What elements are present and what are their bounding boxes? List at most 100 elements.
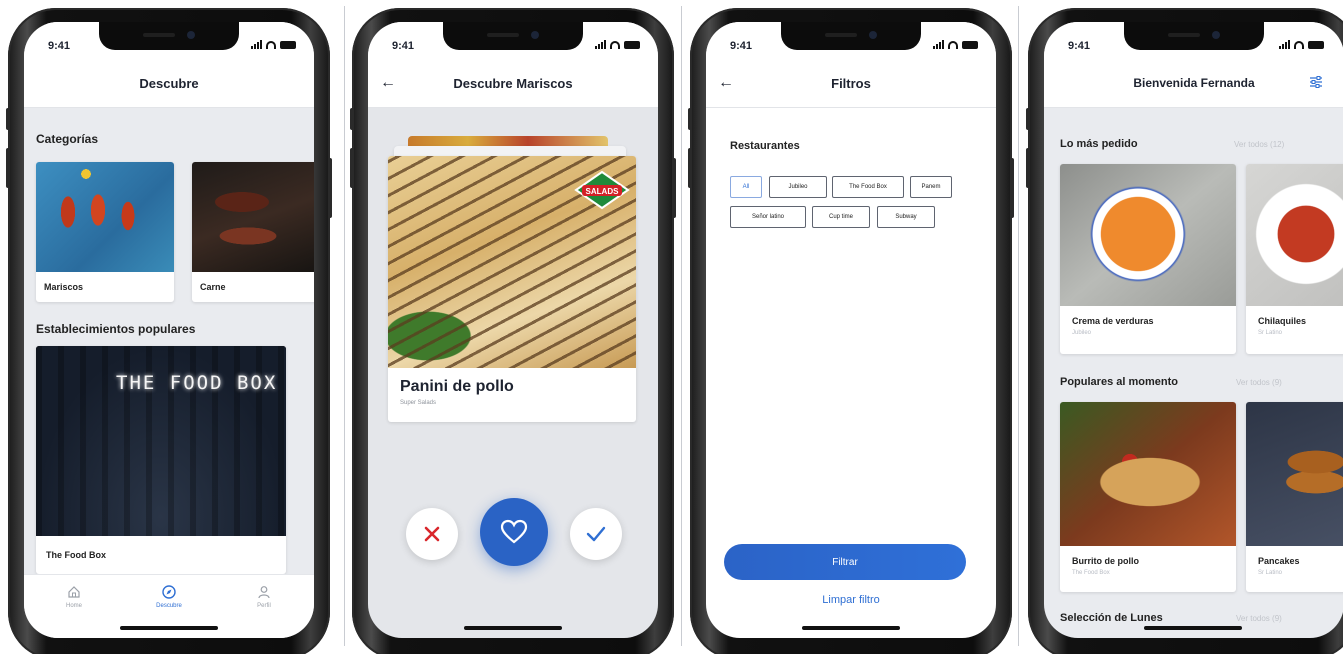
wifi-icon <box>610 41 620 49</box>
nav-bar: ← Descubre Mariscos <box>368 62 658 108</box>
chip-jubileo[interactable]: Jubileo <box>769 176 827 198</box>
category-label: Carne <box>200 282 226 292</box>
notch <box>781 22 921 50</box>
burrito-image <box>1060 402 1236 546</box>
section-title-most-ordered: Lo más pedido <box>1060 138 1138 150</box>
phone-filters: 9:41 ← Filtros Restaurantes All Jubileo … <box>688 8 1014 654</box>
nav-bar: Bienvenida Fernanda <box>1044 62 1343 108</box>
nav-bar: Descubre <box>24 62 314 108</box>
dish-card-chilaquiles[interactable]: Chilaquiles Sr Latino <box>1246 164 1343 354</box>
tab-label: Descubre <box>156 603 182 609</box>
category-card-carne[interactable]: Carne <box>192 162 314 302</box>
screen-discover: 9:41 Descubre Categorías Mariscos Carne … <box>24 22 314 638</box>
chip-the-food-box[interactable]: The Food Box <box>832 176 904 198</box>
meat-image <box>192 162 314 272</box>
signal-icon <box>1279 40 1290 49</box>
signal-icon <box>933 40 944 49</box>
divider <box>681 6 682 646</box>
chip-subway[interactable]: Subway <box>877 206 935 228</box>
chilaquiles-image <box>1246 164 1343 306</box>
heart-icon <box>500 519 528 544</box>
dish-place: Sr Latino <box>1258 570 1283 576</box>
compass-icon <box>162 585 176 599</box>
dish-card[interactable]: SALADS Panini de pollo Super Salads <box>388 156 636 422</box>
see-all-link[interactable]: Ver todos (9) <box>1236 614 1282 623</box>
user-icon <box>258 586 270 599</box>
panini-image: SALADS <box>388 156 636 368</box>
screen-home: 9:41 Bienvenida Fernanda Lo más pedido V… <box>1044 22 1343 638</box>
restaurant-image: THE FOOD BOX <box>36 346 286 536</box>
dish-name: Crema de verduras <box>1072 316 1154 326</box>
tab-descubre[interactable]: Descubre <box>139 585 199 609</box>
divider <box>344 6 345 646</box>
divider <box>1018 6 1019 646</box>
battery-icon <box>624 41 640 49</box>
settings-sliders-icon[interactable] <box>1308 74 1324 90</box>
see-all-link[interactable]: Ver todos (9) <box>1236 378 1282 387</box>
dish-name: Chilaquiles <box>1258 316 1307 326</box>
accept-button[interactable] <box>570 508 622 560</box>
phone-discover: 9:41 Descubre Categorías Mariscos Carne … <box>6 8 332 654</box>
signal-icon <box>595 40 606 49</box>
page-title: Filtros <box>831 76 871 91</box>
page-title: Bienvenida Fernanda <box>1133 76 1255 90</box>
tab-perfil[interactable]: Perfil <box>234 585 294 609</box>
dish-place: Jubileo <box>1072 330 1092 336</box>
categories-title: Categorías <box>36 132 99 146</box>
chip-senor-latino[interactable]: Señor latino <box>730 206 806 228</box>
home-indicator <box>120 626 218 630</box>
pancakes-image <box>1246 402 1343 546</box>
dish-restaurant: Super Salads <box>400 400 437 406</box>
phone-swipe: 9:41 ← Descubre Mariscos SALADS Panini d… <box>350 8 676 654</box>
wifi-icon <box>948 41 958 49</box>
clear-filter-link[interactable]: Limpar filtro <box>706 594 996 606</box>
notch <box>1124 22 1264 50</box>
signal-icon <box>251 40 262 49</box>
screen-swipe: 9:41 ← Descubre Mariscos SALADS Panini d… <box>368 22 658 638</box>
salads-logo: SALADS <box>574 170 630 210</box>
battery-icon <box>280 41 296 49</box>
status-time: 9:41 <box>392 40 415 52</box>
restaurant-card-food-box[interactable]: THE FOOD BOX The Food Box <box>36 346 286 574</box>
nav-bar: ← Filtros <box>706 62 996 108</box>
category-label: Mariscos <box>44 282 84 292</box>
battery-icon <box>1308 41 1324 49</box>
restaurant-name: The Food Box <box>46 550 106 560</box>
dish-place: The Food Box <box>1072 570 1110 576</box>
home-indicator <box>802 626 900 630</box>
logo-text: SALADS <box>586 187 620 196</box>
page-title: Descubre Mariscos <box>453 76 573 91</box>
wifi-icon <box>266 41 276 49</box>
home-indicator <box>464 626 562 630</box>
dish-name: Pancakes <box>1258 556 1300 566</box>
dish-card-crema[interactable]: Crema de verduras Jubileo <box>1060 164 1236 354</box>
lobster-image <box>36 162 174 272</box>
soup-image <box>1060 164 1236 306</box>
restaurant-sign: THE FOOD BOX <box>116 372 278 394</box>
restaurants-title: Restaurantes <box>730 140 800 152</box>
chip-cup-time[interactable]: Cup time <box>812 206 870 228</box>
category-card-mariscos[interactable]: Mariscos <box>36 162 174 302</box>
chip-panem[interactable]: Panem <box>910 176 952 198</box>
tab-home[interactable]: Home <box>44 585 104 609</box>
status-time: 9:41 <box>730 40 753 52</box>
home-indicator <box>1144 626 1242 630</box>
reject-button[interactable] <box>406 508 458 560</box>
see-all-link[interactable]: Ver todos (12) <box>1234 140 1284 149</box>
dish-card-pancakes[interactable]: Pancakes Sr Latino <box>1246 402 1343 592</box>
page-title: Descubre <box>139 76 199 91</box>
phone-home: 9:41 Bienvenida Fernanda Lo más pedido V… <box>1026 8 1343 654</box>
section-title-popular-now: Populares al momento <box>1060 376 1178 388</box>
tab-label: Home <box>65 603 82 609</box>
close-icon <box>424 526 440 542</box>
screen-filters: 9:41 ← Filtros Restaurantes All Jubileo … <box>706 22 996 638</box>
filter-button[interactable]: Filtrar <box>724 544 966 580</box>
wifi-icon <box>1294 41 1304 49</box>
chip-all[interactable]: All <box>730 176 762 198</box>
dish-card-burrito[interactable]: Burrito de pollo The Food Box <box>1060 402 1236 592</box>
dish-place: Sr Latino <box>1258 330 1283 336</box>
status-time: 9:41 <box>48 40 71 52</box>
notch <box>99 22 239 50</box>
like-button[interactable] <box>480 498 548 566</box>
check-icon <box>586 526 606 542</box>
